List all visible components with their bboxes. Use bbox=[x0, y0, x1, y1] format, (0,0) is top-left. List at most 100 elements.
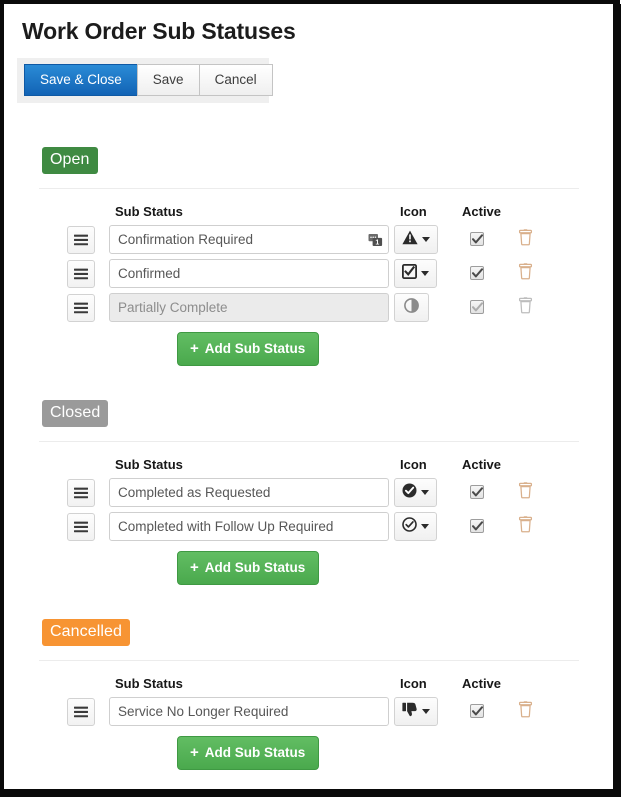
icon-cell bbox=[394, 225, 456, 255]
plus-icon: + bbox=[190, 559, 199, 577]
delete-row-button[interactable] bbox=[516, 262, 534, 282]
chevron-down-icon bbox=[422, 237, 430, 243]
sub-status-input-wrapper bbox=[109, 697, 389, 727]
sub-status-name-cell bbox=[109, 697, 394, 727]
drag-handle-button[interactable] bbox=[67, 697, 95, 726]
active-cell bbox=[456, 299, 516, 317]
active-checkbox[interactable] bbox=[470, 703, 484, 718]
sub-status-name-input[interactable] bbox=[109, 512, 389, 542]
section-divider bbox=[39, 188, 579, 190]
delete-row-button[interactable] bbox=[516, 481, 534, 501]
drag-handle-button[interactable] bbox=[67, 293, 95, 322]
column-header-active: Active bbox=[462, 204, 502, 220]
chevron-down-icon bbox=[421, 524, 429, 530]
row-handle-cell bbox=[67, 259, 109, 288]
page-content: Work Order Sub Statuses Save & Close Sav… bbox=[5, 5, 613, 789]
window-border-bottom bbox=[4, 789, 621, 797]
column-header-sub-status: Sub Status bbox=[115, 457, 183, 473]
icon-picker-button[interactable] bbox=[394, 512, 437, 542]
sub-status-name-cell bbox=[109, 478, 394, 508]
icon-cell bbox=[394, 512, 456, 542]
add-row-container: + Add Sub Status bbox=[67, 736, 613, 771]
sub-status-name-input[interactable] bbox=[109, 478, 389, 508]
row-handle-cell bbox=[67, 697, 109, 726]
sub-status-name-input[interactable] bbox=[109, 259, 389, 289]
window-outer-margin bbox=[621, 10, 628, 805]
drag-handle-icon bbox=[74, 268, 88, 280]
delete-row-button[interactable] bbox=[516, 228, 534, 248]
drag-handle-button[interactable] bbox=[67, 259, 95, 288]
add-sub-status-button[interactable]: + Add Sub Status bbox=[177, 332, 320, 367]
drag-handle-button[interactable] bbox=[67, 478, 95, 507]
drag-handle-icon bbox=[74, 521, 88, 533]
drag-handle-icon bbox=[74, 234, 88, 246]
delete-row-button[interactable] bbox=[516, 515, 534, 535]
column-header-icon: Icon bbox=[400, 457, 427, 473]
delete-row-button bbox=[516, 296, 534, 316]
table-row bbox=[67, 478, 613, 508]
delete-cell bbox=[516, 296, 556, 320]
toolbar-button-group: Save & Close Save Cancel bbox=[24, 63, 273, 97]
note-count-icon[interactable]: 1 bbox=[368, 233, 383, 246]
table-row bbox=[67, 293, 613, 323]
status-section-closed: Closed Sub Status Icon Active + Add Sub Statu… bbox=[5, 400, 613, 586]
delete-cell bbox=[516, 481, 556, 505]
active-checkbox[interactable] bbox=[470, 518, 484, 533]
chevron-down-icon bbox=[421, 271, 429, 277]
active-cell bbox=[456, 518, 516, 536]
row-handle-cell bbox=[67, 478, 109, 507]
checkmark-icon bbox=[471, 233, 483, 244]
save-and-close-button[interactable]: Save & Close bbox=[24, 63, 137, 97]
active-checkbox[interactable] bbox=[470, 484, 484, 499]
checkmark-icon bbox=[471, 301, 483, 312]
sub-status-name-cell bbox=[109, 259, 394, 289]
chevron-down-icon bbox=[421, 490, 429, 496]
check-circle-filled-icon bbox=[402, 483, 417, 503]
status-section-open: Open Sub Status Icon Active 1 + Add Sub Status bbox=[5, 147, 613, 367]
column-header-sub-status: Sub Status bbox=[115, 204, 183, 220]
drag-handle-button[interactable] bbox=[67, 512, 95, 541]
window-border-left bbox=[0, 0, 4, 797]
active-cell bbox=[456, 703, 516, 721]
cancel-button[interactable]: Cancel bbox=[198, 63, 273, 97]
add-row-container: + Add Sub Status bbox=[67, 551, 613, 586]
add-sub-status-button[interactable]: + Add Sub Status bbox=[177, 736, 320, 771]
active-checkbox[interactable] bbox=[470, 265, 484, 280]
table-header-row: Sub Status Icon Active bbox=[67, 204, 613, 219]
add-sub-status-button[interactable]: + Add Sub Status bbox=[177, 551, 320, 586]
column-header-icon: Icon bbox=[400, 676, 427, 692]
add-sub-status-label: Add Sub Status bbox=[204, 559, 306, 575]
icon-picker-button[interactable] bbox=[394, 225, 438, 255]
delete-cell bbox=[516, 515, 556, 539]
sub-status-input-wrapper bbox=[109, 512, 389, 542]
sub-status-name-input[interactable] bbox=[109, 697, 389, 727]
icon-cell bbox=[394, 293, 456, 323]
status-badge-row: Cancelled bbox=[5, 619, 613, 647]
active-checkbox[interactable] bbox=[470, 231, 484, 246]
sub-status-name-cell bbox=[109, 293, 394, 323]
column-header-active: Active bbox=[462, 676, 502, 692]
icon-picker-button[interactable] bbox=[394, 259, 437, 289]
delete-cell bbox=[516, 228, 556, 252]
status-sections: Open Sub Status Icon Active 1 + Add Sub Status… bbox=[5, 147, 613, 771]
drag-handle-icon bbox=[74, 487, 88, 499]
sub-status-name-cell: 1 bbox=[109, 225, 394, 255]
icon-picker-button[interactable] bbox=[394, 478, 437, 508]
table-header-row: Sub Status Icon Active bbox=[67, 457, 613, 472]
save-button[interactable]: Save bbox=[136, 63, 199, 97]
plus-icon: + bbox=[190, 744, 199, 762]
sub-status-table: Sub Status Icon Active + Add Sub Status bbox=[5, 676, 613, 771]
sub-status-input-wrapper: 1 bbox=[109, 225, 389, 255]
delete-row-button[interactable] bbox=[516, 700, 534, 720]
chevron-down-icon bbox=[422, 709, 430, 715]
status-section-cancelled: Cancelled Sub Status Icon Active + Add Sub St… bbox=[5, 619, 613, 771]
application-window: Work Order Sub Statuses Save & Close Sav… bbox=[0, 0, 628, 805]
trash-icon bbox=[518, 263, 533, 280]
trash-icon bbox=[518, 229, 533, 246]
icon-picker-button[interactable] bbox=[394, 697, 438, 727]
active-cell bbox=[456, 265, 516, 283]
sub-status-name-input[interactable] bbox=[109, 225, 389, 255]
drag-handle-button[interactable] bbox=[67, 225, 95, 254]
column-header-sub-status: Sub Status bbox=[115, 676, 183, 692]
sub-status-name-cell bbox=[109, 512, 394, 542]
